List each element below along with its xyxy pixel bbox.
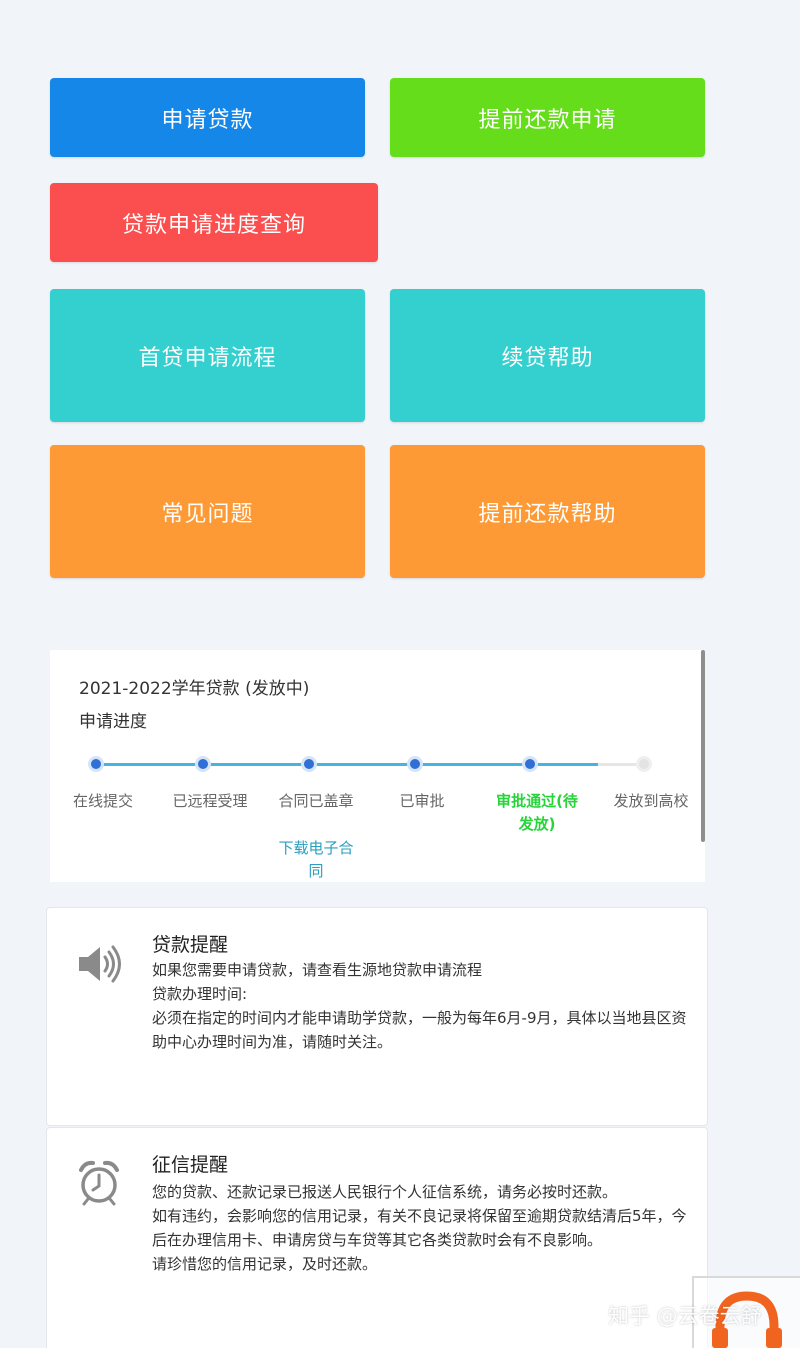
speaker-icon	[75, 940, 123, 988]
step-label-approved: 已审批	[399, 792, 445, 810]
loan-year-title: 2021-2022学年贷款 (发放中)	[79, 679, 310, 699]
step-label-current: 审批通过(待发放)	[496, 792, 578, 833]
loan-reminder-body: 如果您需要申请贷款，请查看生源地贷款申请流程 贷款办理时间: 必须在指定的时间内…	[152, 958, 692, 1054]
step-label-accepted: 已远程受理	[172, 792, 248, 810]
step-dot-6	[636, 756, 652, 772]
step-dot-3	[301, 756, 317, 772]
credit-reminder-line: 您的贷款、还款记录已报送人民银行个人征信系统，请务必按时还款。	[152, 1183, 618, 1201]
loan-reminder-line: 必须在指定的时间内才能申请助学贷款，一般为每年6月-9月，具体以当地县区资助中心…	[152, 1009, 687, 1051]
loan-reminder-line: 如果您需要申请贷款，请查看生源地贷款申请流程	[152, 961, 483, 979]
credit-reminder-body: 您的贷款、还款记录已报送人民银行个人征信系统，请务必按时还款。 如有违约，会影响…	[152, 1180, 692, 1276]
progress-query-button[interactable]: 贷款申请进度查询	[50, 183, 378, 262]
credit-reminder-title: 征信提醒	[152, 1154, 229, 1176]
step-label-disbursed: 发放到高校	[613, 792, 689, 810]
download-contract-link[interactable]: 下载电子合同	[274, 837, 358, 883]
zhihu-watermark: 知乎 @云卷云舒	[608, 1304, 762, 1328]
progress-subtitle: 申请进度	[79, 712, 147, 732]
first-loan-flow-button[interactable]: 首贷申请流程	[50, 289, 365, 422]
credit-reminder-line: 请珍惜您的信用记录，及时还款。	[152, 1255, 378, 1273]
renew-help-button[interactable]: 续贷帮助	[390, 289, 705, 422]
step-label-contract: 合同已盖章	[278, 792, 354, 810]
step-dot-4	[407, 756, 423, 772]
credit-reminder-line: 如有违约，会影响您的信用记录，有关不良记录将保留至逾期贷款结清后5年，今后在办理…	[152, 1207, 687, 1249]
loan-reminder-line: 贷款办理时间:	[152, 985, 248, 1003]
card-scrollbar[interactable]	[701, 650, 705, 842]
alarm-clock-icon	[75, 1158, 123, 1206]
loan-reminder-card: 贷款提醒 如果您需要申请贷款，请查看生源地贷款申请流程 贷款办理时间: 必须在指…	[46, 907, 708, 1126]
step-label-submit: 在线提交	[72, 792, 133, 810]
loan-progress-card: 2021-2022学年贷款 (发放中) 申请进度 在线提交 已远程受理 合同已盖…	[50, 650, 705, 882]
step-dot-2	[195, 756, 211, 772]
apply-loan-button[interactable]: 申请贷款	[50, 78, 365, 157]
step-dot-5	[522, 756, 538, 772]
step-dot-1	[88, 756, 104, 772]
faq-button[interactable]: 常见问题	[50, 445, 365, 578]
early-repay-apply-button[interactable]: 提前还款申请	[390, 78, 705, 157]
loan-reminder-title: 贷款提醒	[152, 934, 229, 956]
early-repay-help-button[interactable]: 提前还款帮助	[390, 445, 705, 578]
